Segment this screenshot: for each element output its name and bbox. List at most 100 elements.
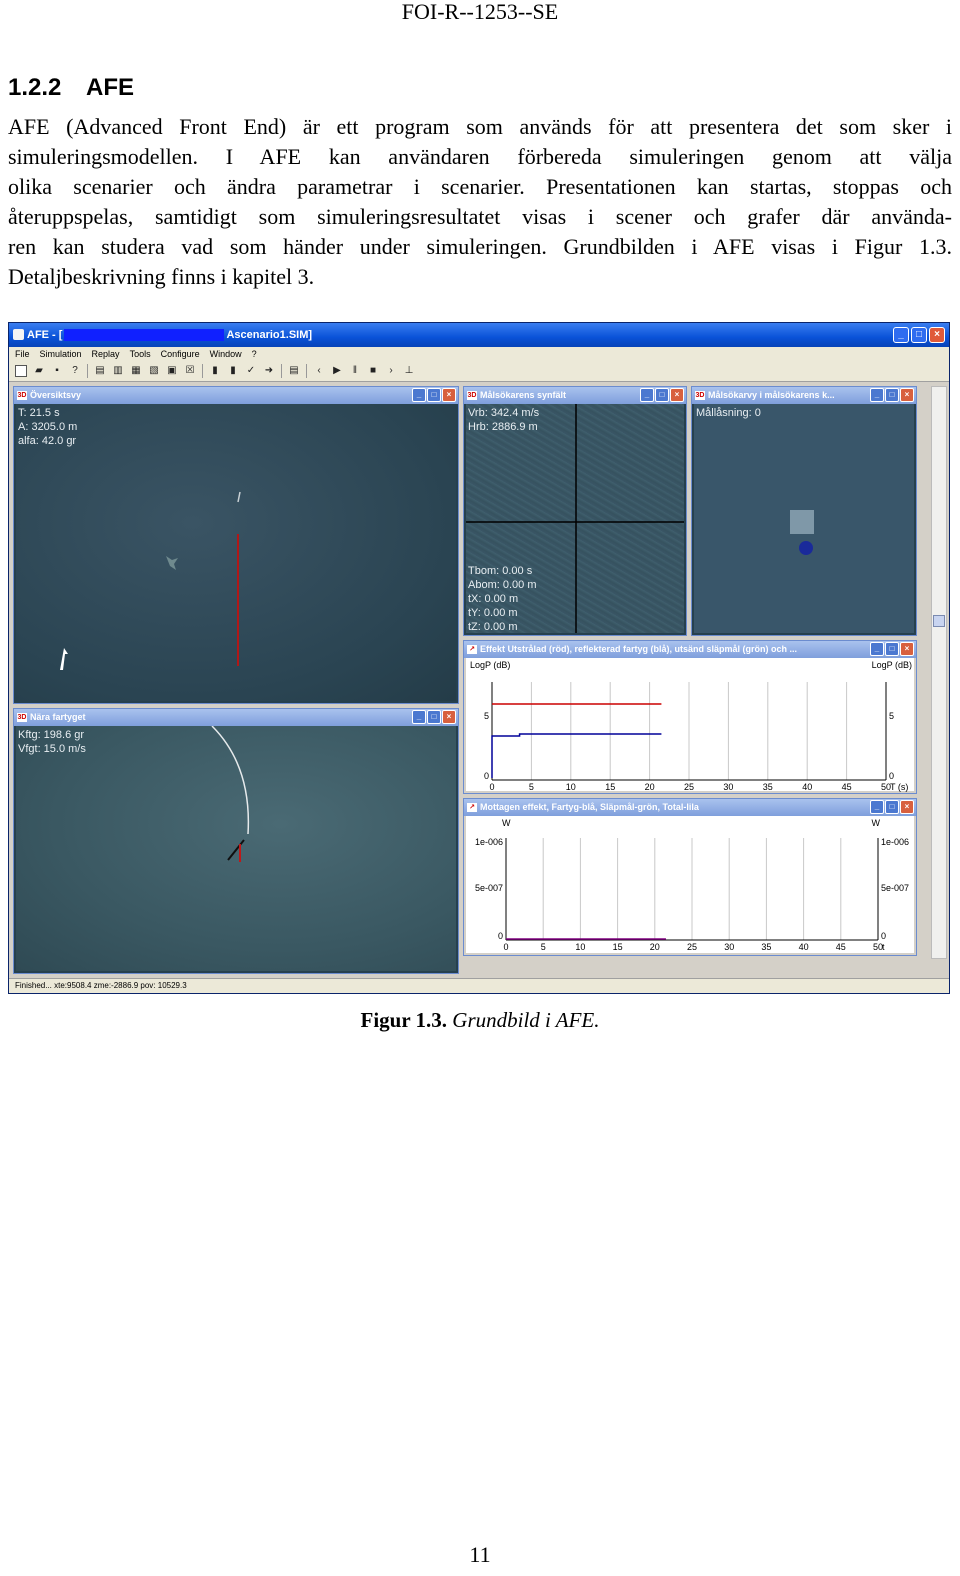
menu-help[interactable]: ? — [252, 347, 257, 361]
toolbar-separator — [87, 364, 88, 378]
seeker-view-title: Målsökarens synfält — [480, 390, 567, 400]
figure-caption: Figur 1.3. Grundbild i AFE. — [0, 1008, 960, 1033]
y-tick-label-right: 0 — [889, 771, 894, 781]
pause-icon[interactable]: ǁ — [349, 365, 361, 377]
menu-window[interactable]: Window — [210, 347, 242, 361]
close-icon[interactable]: × — [900, 642, 914, 656]
power-graph-title: Effekt Utstrålad (röd), reflekterad fart… — [480, 644, 798, 654]
close-all-icon[interactable]: ☒ — [184, 365, 196, 377]
x-axis-unit: T (s) — [890, 782, 908, 792]
maximize-icon[interactable]: □ — [885, 800, 899, 814]
open-folder-icon[interactable]: ▰ — [33, 365, 45, 377]
overview-scene[interactable]: T: 21.5 s A: 3205.0 m alfa: 42.0 gr — [16, 404, 456, 701]
menu-simulation[interactable]: Simulation — [40, 347, 82, 361]
tile-icon[interactable]: ▥ — [112, 365, 124, 377]
minimize-icon[interactable]: _ — [870, 642, 884, 656]
maximize-icon[interactable]: □ — [885, 642, 899, 656]
north-arrow-icon — [60, 648, 68, 670]
body-paragraph: AFE (Advanced Front End) är ett program … — [8, 112, 952, 292]
close-icon[interactable]: × — [929, 327, 945, 343]
overview-window: 3D Översiktsvy _ □ × T: 21.5 s A: 3205.0 m … — [13, 386, 459, 704]
play-icon[interactable]: ▶ — [331, 365, 343, 377]
stop-icon[interactable]: ■ — [367, 365, 379, 377]
readout-vrb: Vrb: 342.4 m/s — [468, 407, 540, 419]
minimize-icon[interactable]: _ — [870, 388, 884, 402]
overview-graphics — [60, 491, 241, 670]
ship-marker — [237, 491, 241, 503]
tile-vertical-icon[interactable]: ▧ — [148, 365, 160, 377]
parameters-icon[interactable]: ▮ — [227, 365, 239, 377]
body-line: Detaljbeskrivning finns i kapitel 3. — [8, 264, 315, 289]
page-header: FOI-R--1253--SE — [401, 0, 559, 24]
body-line: simuleringsmodellen. I AFE kan användare… — [8, 144, 952, 169]
seeker-curve-scene[interactable]: Mållåsning: 0 — [694, 404, 914, 633]
window-icon[interactable]: ▣ — [166, 365, 178, 377]
3d-view-icon: 3D — [467, 391, 477, 400]
y-tick-label: 1e-006 — [475, 837, 503, 847]
toolbar-separator — [202, 364, 203, 378]
close-icon[interactable]: × — [442, 710, 456, 724]
readout-tx: tX: 0.00 m — [468, 593, 519, 605]
maximize-icon[interactable]: □ — [427, 388, 441, 402]
readout-abom: Abom: 0.00 m — [468, 579, 537, 591]
body-line: AFE (Advanced Front End) är ett program … — [8, 114, 952, 139]
x-tick-label: 25 — [684, 782, 694, 792]
toolbar-separator — [281, 364, 282, 378]
power-graph-plot[interactable]: 0 5 10 15 20 25 30 35 40 45 50 5 5 0 0 LogP (dB) LogP (d… — [466, 658, 914, 792]
maximize-icon[interactable]: □ — [885, 388, 899, 402]
menu-file[interactable]: File — [15, 347, 30, 361]
scenario-icon[interactable]: ▮ — [209, 365, 221, 377]
app-icon — [13, 329, 24, 340]
near-ship-title: Nära fartyget — [30, 712, 86, 722]
x-tick-label: 5 — [541, 942, 546, 952]
minimize-icon[interactable]: _ — [640, 388, 654, 402]
3d-view-icon: 3D — [17, 713, 27, 722]
x-tick-label: 15 — [613, 942, 623, 952]
new-file-icon[interactable] — [15, 365, 27, 377]
page-number: 11 — [469, 1542, 491, 1567]
close-icon[interactable]: × — [900, 388, 914, 402]
3d-view-icon: 3D — [695, 391, 705, 400]
export-icon[interactable]: ➜ — [263, 365, 275, 377]
scrollbar-thumb[interactable] — [933, 615, 945, 627]
near-ship-scene[interactable]: Kftg: 198.6 gr Vfgt: 15.0 m/s — [16, 726, 456, 971]
readout-ty: tY: 0.00 m — [468, 607, 518, 619]
x-axis-unit: t — [882, 942, 885, 952]
maximize-icon[interactable]: □ — [655, 388, 669, 402]
x-tick-label: 45 — [842, 782, 852, 792]
ship-icon — [227, 839, 245, 861]
x-tick-label: 20 — [650, 942, 660, 952]
step-forward-icon[interactable]: › — [385, 365, 397, 377]
graph-icon[interactable]: ✓ — [245, 365, 257, 377]
minimize-icon[interactable]: _ — [412, 710, 426, 724]
maximize-icon[interactable]: □ — [427, 710, 441, 724]
menu-tools[interactable]: Tools — [130, 347, 151, 361]
vertical-scrollbar[interactable] — [931, 386, 947, 959]
seeker-curve-title: Målsökarvy i målsökarens k... — [708, 390, 835, 400]
close-icon[interactable]: × — [900, 800, 914, 814]
print-icon[interactable]: ▤ — [288, 365, 300, 377]
reflected-power-series — [491, 733, 662, 778]
save-icon[interactable]: ▪ — [51, 365, 63, 377]
cascade-icon[interactable]: ▤ — [94, 365, 106, 377]
received-power-plot[interactable]: 0 5 10 15 20 25 30 35 40 45 50 1e-006 1e-006 5e-007 5e… — [466, 816, 914, 953]
help-icon[interactable]: ? — [69, 365, 81, 377]
seeker-scene[interactable]: Vrb: 342.4 m/s Hrb: 2886.9 m Tbom: 0.00 … — [466, 404, 684, 633]
minimize-icon[interactable]: _ — [412, 388, 426, 402]
y-axis-label: W — [502, 818, 511, 828]
x-tick-label: 35 — [763, 782, 773, 792]
y-tick-label: 5 — [484, 711, 489, 721]
close-icon[interactable]: × — [442, 388, 456, 402]
menu-configure[interactable]: Configure — [161, 347, 200, 361]
minimize-icon[interactable]: _ — [893, 327, 909, 343]
tile-horizontal-icon[interactable]: ▦ — [130, 365, 142, 377]
near-ship-window: 3D Nära fartyget _ □ × Kftg: 198.6 gr Vfgt:… — [13, 708, 459, 974]
menubar: File Simulation Replay Tools Configure W… — [9, 347, 949, 361]
menu-replay[interactable]: Replay — [92, 347, 120, 361]
maximize-icon[interactable]: □ — [911, 327, 927, 343]
pin-icon[interactable]: ⊥ — [403, 365, 415, 377]
power-graph-svg: 0 5 10 15 20 25 30 35 40 45 505 50 0LogP (dB) LogP (d… — [470, 660, 912, 792]
minimize-icon[interactable]: _ — [870, 800, 884, 814]
step-back-icon[interactable]: ‹ — [313, 365, 325, 377]
close-icon[interactable]: × — [670, 388, 684, 402]
